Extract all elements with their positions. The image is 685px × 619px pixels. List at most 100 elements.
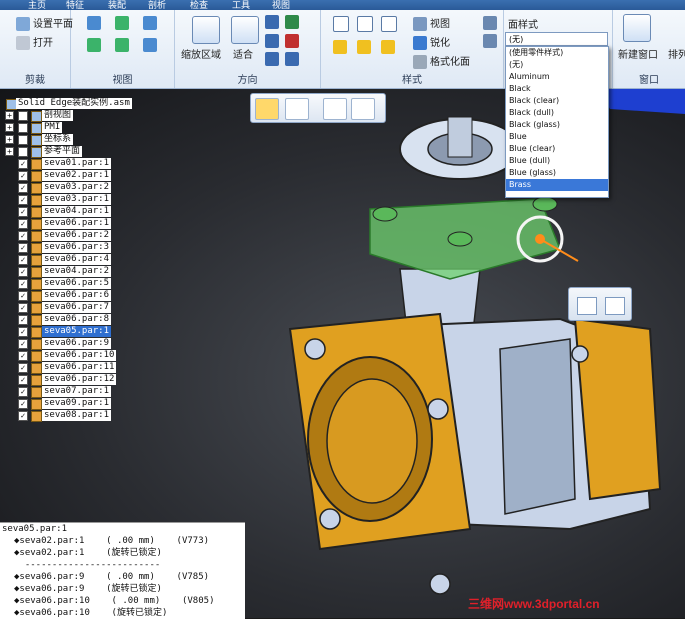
mini-tool-1[interactable] [577, 297, 597, 315]
visibility-checkbox[interactable]: ✓ [18, 315, 28, 325]
tree-part[interactable]: ✓ seva03.par:2 [0, 182, 112, 194]
visibility-checkbox[interactable]: ✓ [18, 327, 28, 337]
visibility-checkbox[interactable]: ✓ [18, 375, 28, 385]
sketch-view-icon[interactable] [285, 52, 299, 66]
visibility-checkbox[interactable] [18, 135, 28, 145]
visibility-checkbox[interactable]: ✓ [18, 399, 28, 409]
face-style-option[interactable]: Black (clear) [506, 95, 608, 107]
shaded-cube-icon[interactable] [333, 40, 347, 54]
tree-part[interactable]: ✓ seva06.par:1 [0, 218, 112, 230]
spin-icon[interactable] [285, 34, 299, 48]
tree-part[interactable]: ✓ seva02.par:1 [0, 170, 112, 182]
face-style-option[interactable]: Brass [506, 179, 608, 191]
tree-folder[interactable]: + 坐标系 [0, 134, 112, 146]
options-button[interactable] [351, 98, 375, 120]
view-right-icon[interactable] [143, 16, 157, 30]
set-plane-button[interactable]: 设置平面 [16, 15, 73, 31]
tree-part[interactable]: ✓ seva06.par:10 [0, 350, 117, 362]
visibility-checkbox[interactable]: ✓ [18, 243, 28, 253]
tree-part[interactable]: ✓ seva06.par:7 [0, 302, 112, 314]
rotate-icon[interactable] [265, 34, 279, 48]
visibility-checkbox[interactable]: ✓ [18, 231, 28, 241]
tree-part[interactable]: ✓ seva01.par:1 [0, 158, 112, 170]
expand-icon[interactable]: + [5, 123, 14, 132]
pointer-button[interactable] [323, 98, 347, 120]
face-style-select[interactable]: (无) [505, 32, 608, 46]
select-mode-button[interactable] [255, 98, 279, 120]
tree-folder[interactable]: + PMI [0, 122, 112, 134]
view-back-icon[interactable] [143, 38, 157, 52]
tree-folder[interactable]: + 剖视图 [0, 110, 112, 122]
face-style-option[interactable]: Black [506, 83, 608, 95]
view-front-icon[interactable] [87, 16, 101, 30]
face-style-option[interactable]: Aluminum [506, 71, 608, 83]
tree-part[interactable]: ✓ seva06.par:6 [0, 290, 112, 302]
tree-part[interactable]: ✓ seva06.par:4 [0, 254, 112, 266]
zoom-area-icon[interactable] [192, 16, 220, 44]
tree-part[interactable]: ✓ seva07.par:1 [0, 386, 112, 398]
new-window-button[interactable]: 新建窗口 [618, 46, 658, 61]
arrange-button[interactable]: 排列 [668, 46, 685, 61]
tree-part[interactable]: ✓ seva06.par:2 [0, 230, 112, 242]
sharpen-button[interactable]: 锐化 [413, 34, 450, 50]
visible-cube-icon[interactable] [381, 16, 397, 32]
visibility-checkbox[interactable]: ✓ [18, 159, 28, 169]
open-button[interactable]: 打开 [16, 34, 53, 50]
hidden-cube-icon[interactable] [357, 16, 373, 32]
face-style-option[interactable]: Blue [506, 131, 608, 143]
tree-part[interactable]: ✓ seva06.par:11 [0, 362, 117, 374]
view-top-icon[interactable] [115, 16, 129, 30]
face-style-option[interactable]: Blue (clear) [506, 143, 608, 155]
zoom-icon[interactable] [265, 15, 279, 29]
shaded-edges-cube-icon[interactable] [357, 40, 371, 54]
visibility-checkbox[interactable]: ✓ [18, 279, 28, 289]
expand-icon[interactable]: + [5, 135, 14, 144]
visibility-checkbox[interactable]: ✓ [18, 207, 28, 217]
color-icon[interactable] [483, 16, 497, 30]
face-style-option[interactable]: Black (glass) [506, 119, 608, 131]
look-at-icon[interactable] [265, 52, 279, 66]
visibility-checkbox[interactable]: ✓ [18, 219, 28, 229]
tree-part[interactable]: ✓ seva06.par:3 [0, 242, 112, 254]
visibility-checkbox[interactable]: ✓ [18, 411, 28, 421]
visibility-checkbox[interactable]: ✓ [18, 195, 28, 205]
expand-icon[interactable]: + [5, 147, 14, 156]
tree-part[interactable]: ✓ seva04.par:1 [0, 206, 112, 218]
face-style-option[interactable]: (使用零件样式) [506, 47, 608, 59]
tree-part[interactable]: ✓ seva09.par:1 [0, 398, 112, 410]
visibility-checkbox[interactable]: ✓ [18, 183, 28, 193]
visibility-checkbox[interactable]: ✓ [18, 303, 28, 313]
visibility-checkbox[interactable]: ✓ [18, 363, 28, 373]
brush-icon[interactable] [483, 34, 497, 48]
visibility-checkbox[interactable] [18, 147, 28, 157]
tree-part[interactable]: ✓ seva04.par:2 [0, 266, 112, 278]
tree-part[interactable]: ✓ seva06.par:8 [0, 314, 112, 326]
tree-part[interactable]: ✓ seva08.par:1 [0, 410, 112, 422]
pan-icon[interactable] [285, 15, 299, 29]
smooth-cube-icon[interactable] [381, 40, 395, 54]
tree-part[interactable]: ✓ seva06.par:9 [0, 338, 112, 350]
move-mode-button[interactable] [285, 98, 309, 120]
expand-icon[interactable]: + [5, 111, 14, 120]
face-style-option[interactable]: (无) [506, 59, 608, 71]
wireframe-cube-icon[interactable] [333, 16, 349, 32]
view-bottom-icon[interactable] [115, 38, 129, 52]
visibility-checkbox[interactable]: ✓ [18, 339, 28, 349]
visibility-checkbox[interactable]: ✓ [18, 387, 28, 397]
visibility-checkbox[interactable]: ✓ [18, 291, 28, 301]
tree-part[interactable]: ✓ seva03.par:1 [0, 194, 112, 206]
fit-button[interactable]: 适合 [233, 46, 253, 61]
tree-folder[interactable]: + 参考平面 [0, 146, 112, 158]
tree-part[interactable]: ✓ seva05.par:1 [0, 326, 112, 338]
visibility-checkbox[interactable]: ✓ [18, 255, 28, 265]
visibility-checkbox[interactable] [18, 111, 28, 121]
new-window-icon[interactable] [623, 14, 651, 42]
visibility-checkbox[interactable] [18, 123, 28, 133]
face-style-option[interactable]: Black (dull) [506, 107, 608, 119]
face-style-option[interactable]: Blue (dull) [506, 155, 608, 167]
zoom-area-button[interactable]: 缩放区域 [181, 46, 221, 61]
view-style-button[interactable]: 视图 [413, 15, 450, 31]
visibility-checkbox[interactable]: ✓ [18, 351, 28, 361]
visibility-checkbox[interactable]: ✓ [18, 267, 28, 277]
visibility-checkbox[interactable]: ✓ [18, 171, 28, 181]
